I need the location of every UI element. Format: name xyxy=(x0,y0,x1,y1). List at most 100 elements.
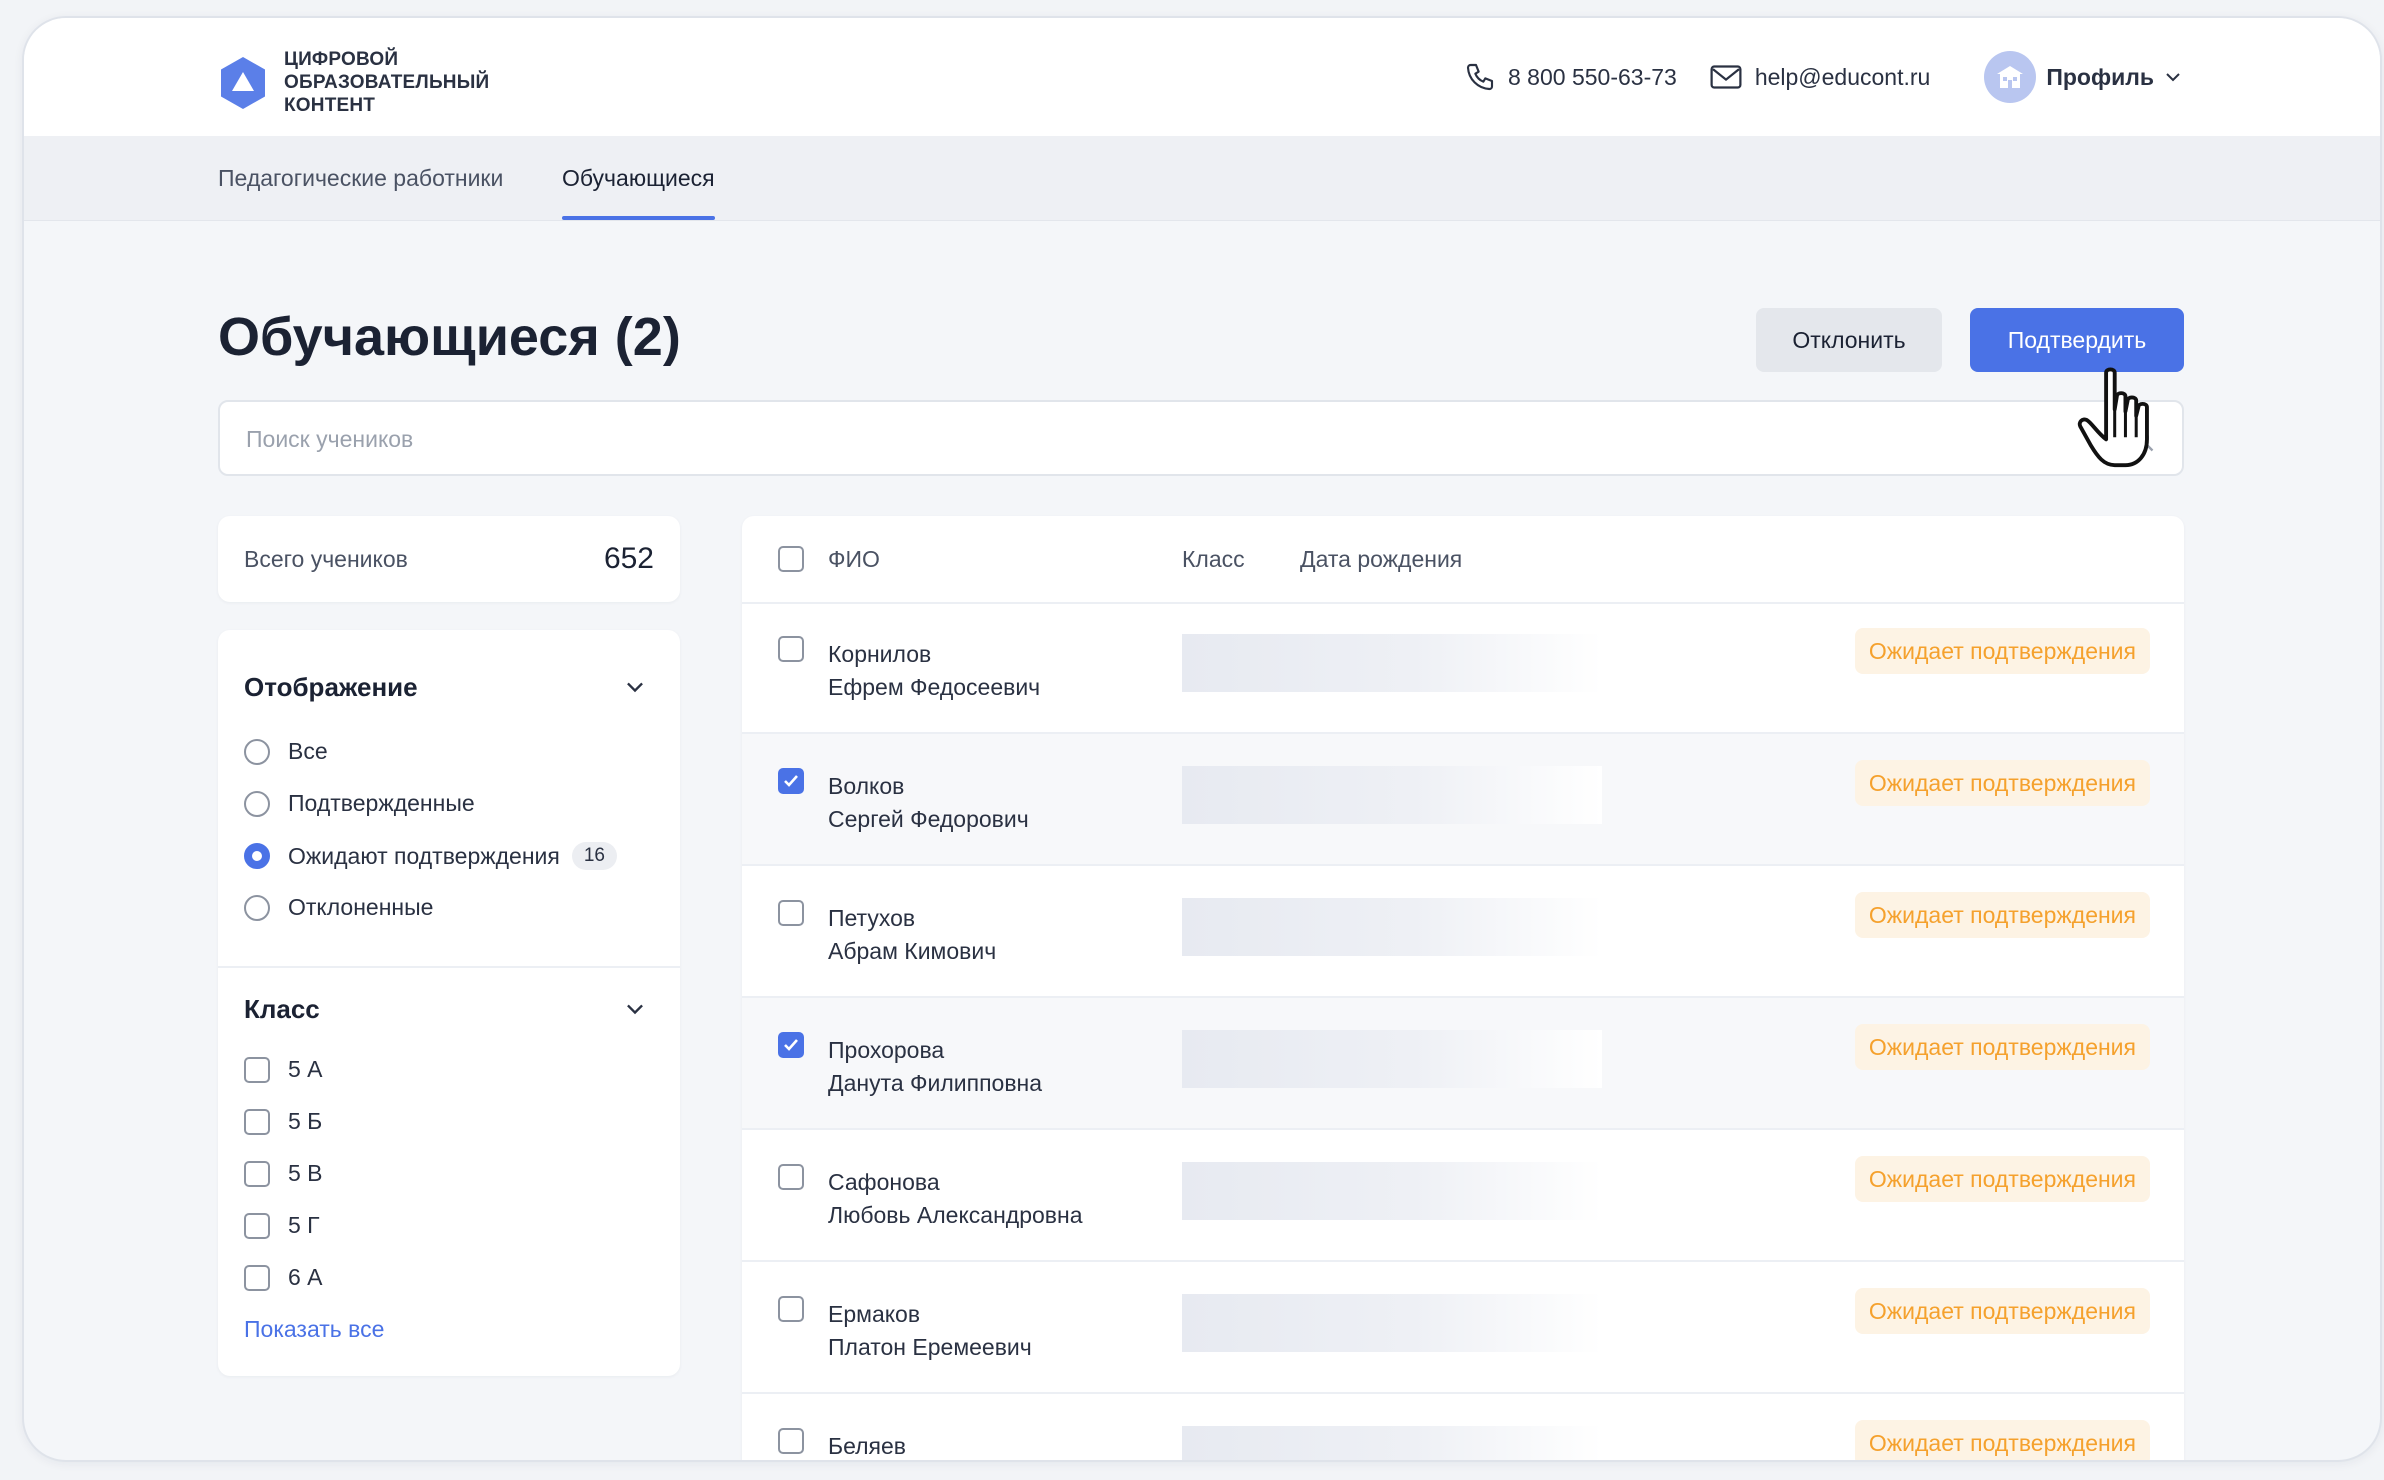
profile-menu[interactable]: Профиль xyxy=(1984,51,2184,103)
first-name: Абрам Кимович xyxy=(828,938,997,964)
loading-placeholder xyxy=(1182,1030,1602,1088)
status-badge: Ожидает подтверждения xyxy=(1854,760,2150,806)
display-option-all[interactable]: Все xyxy=(244,738,328,765)
option-label: Ожидают подтверждения xyxy=(288,842,560,869)
column-header-class[interactable]: Класс xyxy=(1182,546,1245,573)
logo-line-2: образовательный xyxy=(284,72,490,93)
contacts: 8 800 550-63-73 help@educont.ru Профиль xyxy=(1432,51,2184,103)
last-name: Прохорова xyxy=(828,1037,945,1063)
status-badge: Ожидает подтверждения xyxy=(1854,1156,2150,1202)
chevron-down-icon[interactable] xyxy=(622,996,648,1022)
confirm-button[interactable]: Подтвердить xyxy=(1970,308,2184,372)
email-link[interactable]: help@educont.ru xyxy=(1709,62,1930,92)
row-checkbox[interactable] xyxy=(778,1296,804,1322)
option-label: Подтвержденные xyxy=(288,790,475,816)
row-checkbox[interactable] xyxy=(778,1164,804,1190)
status-badge: Ожидает подтверждения xyxy=(1854,892,2150,938)
divider xyxy=(218,966,680,968)
radio-button[interactable] xyxy=(244,738,270,765)
tab-students[interactable]: Обучающиеся xyxy=(562,136,715,220)
option-label: 5 В xyxy=(288,1160,323,1186)
display-filter-title[interactable]: Отображение xyxy=(244,672,418,703)
radio-button[interactable] xyxy=(244,894,270,921)
student-name: Ермаков Платон Еремеевич xyxy=(828,1298,1032,1364)
check-icon xyxy=(784,775,798,787)
last-name: Петухов xyxy=(828,905,916,931)
count-badge: 16 xyxy=(571,842,617,870)
row-checkbox[interactable] xyxy=(778,900,804,926)
tab-bar: Педагогические работники Обучающиеся xyxy=(24,136,2380,221)
search-box xyxy=(218,400,2184,476)
logo[interactable]: Цифровой образовательный контент xyxy=(218,48,489,117)
total-students-label: Всего учеников xyxy=(244,546,408,572)
loading-placeholder xyxy=(1182,1294,1602,1352)
row-checkbox-checked[interactable] xyxy=(778,768,804,794)
table-row[interactable]: Петухов Абрам Кимович Ожидает подтвержде… xyxy=(742,866,2184,998)
checkbox[interactable] xyxy=(244,1264,270,1291)
avatar xyxy=(1984,51,2037,103)
loading-placeholder xyxy=(1182,634,1602,692)
app-window: Цифровой образовательный контент 8 800 5… xyxy=(22,16,2382,1462)
mail-icon xyxy=(1710,65,1742,89)
school-building-icon xyxy=(1997,66,2024,88)
last-name: Ермаков xyxy=(828,1301,921,1327)
checkbox[interactable] xyxy=(244,1160,270,1187)
phone-link[interactable]: 8 800 550-63-73 xyxy=(1464,61,1677,93)
class-option-5v[interactable]: 5 В xyxy=(244,1160,323,1187)
checkbox[interactable] xyxy=(244,1212,270,1239)
class-option-5a[interactable]: 5 А xyxy=(244,1056,323,1083)
table-row[interactable]: Беляев Ожидает подтверждения xyxy=(742,1394,2184,1460)
select-all-checkbox[interactable] xyxy=(778,546,804,572)
top-bar: Цифровой образовательный контент 8 800 5… xyxy=(24,18,2380,137)
chevron-down-icon xyxy=(2166,73,2180,82)
checkbox[interactable] xyxy=(244,1108,270,1135)
class-filter-title[interactable]: Класс xyxy=(244,994,320,1025)
phone-icon xyxy=(1466,63,1494,91)
status-badge: Ожидает подтверждения xyxy=(1854,1024,2150,1070)
class-option-6a[interactable]: 6 А xyxy=(244,1264,323,1291)
first-name: Данута Филипповна xyxy=(828,1070,1043,1096)
loading-placeholder xyxy=(1182,898,1602,956)
class-option-5b[interactable]: 5 Б xyxy=(244,1108,322,1135)
total-students-card: Всего учеников 652 xyxy=(218,516,680,602)
class-option-5g[interactable]: 5 Г xyxy=(244,1212,320,1239)
display-option-pending[interactable]: Ожидают подтверждения 16 xyxy=(244,842,617,870)
table-row[interactable]: Прохорова Данута Филипповна Ожидает подт… xyxy=(742,998,2184,1130)
student-name: Сафонова Любовь Александровна xyxy=(828,1166,1082,1232)
loading-placeholder xyxy=(1182,1426,1602,1460)
checkbox[interactable] xyxy=(244,1056,270,1083)
first-name: Платон Еремеевич xyxy=(828,1334,1032,1360)
radio-button[interactable] xyxy=(244,790,270,817)
chevron-down-icon[interactable] xyxy=(622,674,648,700)
student-name: Петухов Абрам Кимович xyxy=(828,902,996,968)
option-label: 5 Г xyxy=(288,1212,320,1238)
logo-line-1: Цифровой xyxy=(284,49,399,70)
hand-pointer-icon xyxy=(2077,367,2149,468)
check-icon xyxy=(784,1039,798,1051)
student-name: Волков Сергей Федорович xyxy=(828,770,1029,836)
table-row[interactable]: Корнилов Ефрем Федосеевич Ожидает подтве… xyxy=(742,602,2184,734)
option-label: Все xyxy=(288,738,328,764)
student-name: Прохорова Данута Филипповна xyxy=(828,1034,1042,1100)
table-header: ФИО Класс Дата рождения xyxy=(742,516,2184,604)
column-header-birthdate[interactable]: Дата рождения xyxy=(1300,546,1462,573)
row-checkbox[interactable] xyxy=(778,1428,804,1454)
student-name: Корнилов Ефрем Федосеевич xyxy=(828,638,1040,704)
show-all-link[interactable]: Показать все xyxy=(244,1316,384,1343)
column-header-name[interactable]: ФИО xyxy=(828,546,880,573)
table-row[interactable]: Сафонова Любовь Александровна Ожидает по… xyxy=(742,1130,2184,1262)
row-checkbox-checked[interactable] xyxy=(778,1032,804,1058)
table-row[interactable]: Волков Сергей Федорович Ожидает подтверж… xyxy=(742,734,2184,866)
filters-panel: Отображение Все Подтвержденные Ожидают п… xyxy=(218,630,680,1376)
first-name: Сергей Федорович xyxy=(828,806,1029,832)
search-input[interactable] xyxy=(244,402,2108,476)
row-checkbox[interactable] xyxy=(778,636,804,662)
page-title: Обучающиеся (2) xyxy=(218,307,681,367)
radio-button-selected[interactable] xyxy=(244,843,270,869)
table-row[interactable]: Ермаков Платон Еремеевич Ожидает подтвер… xyxy=(742,1262,2184,1394)
tab-teachers[interactable]: Педагогические работники xyxy=(218,136,503,220)
display-option-confirmed[interactable]: Подтвержденные xyxy=(244,790,475,817)
display-option-rejected[interactable]: Отклоненные xyxy=(244,894,433,921)
reject-button[interactable]: Отклонить xyxy=(1756,308,1942,372)
option-label: 5 А xyxy=(288,1056,323,1082)
